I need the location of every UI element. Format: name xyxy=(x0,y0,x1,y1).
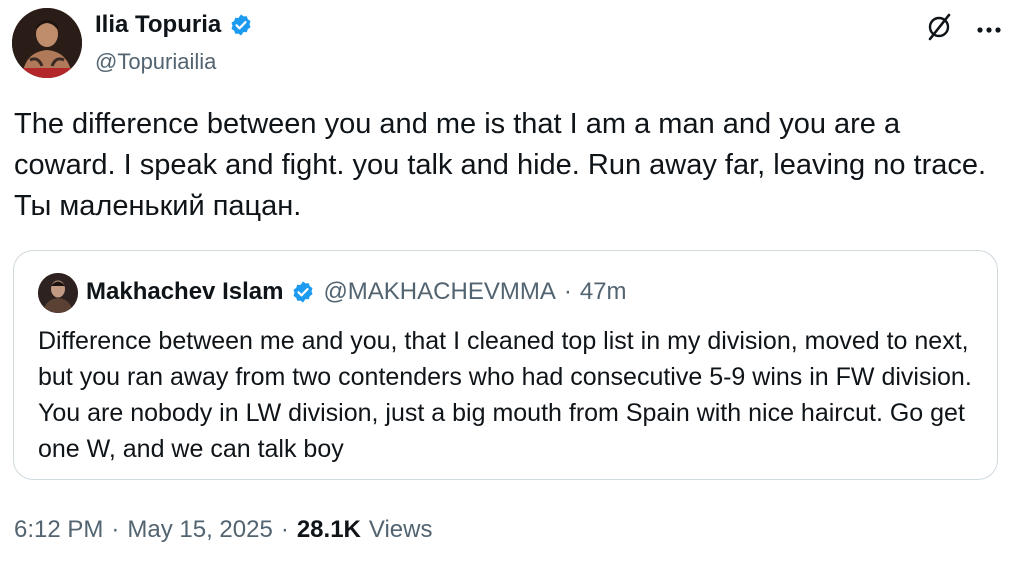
tweet-date[interactable]: May 15, 2025 xyxy=(127,514,272,546)
views-count[interactable]: 28.1K xyxy=(297,514,361,546)
tweet-metadata: 6:12 PM · May 15, 2025 · 28.1K Views xyxy=(14,514,432,546)
meta-separator: · xyxy=(280,516,289,543)
quoted-author-avatar[interactable] xyxy=(38,273,78,313)
quoted-tweet-text: Difference between me and you, that I cl… xyxy=(38,327,972,463)
quoted-tweet-card[interactable]: Makhachev Islam @MAKHACHEVMMA · 47m Diff… xyxy=(13,250,998,480)
quoted-header: Makhachev Islam @MAKHACHEVMMA · 47m xyxy=(86,277,627,307)
author-handle[interactable]: @Topuriailia xyxy=(95,47,216,77)
quoted-timestamp[interactable]: 47m xyxy=(580,277,627,307)
grok-icon[interactable] xyxy=(924,12,954,42)
author-display-name[interactable]: Ilia Topuria xyxy=(95,10,221,40)
meta-separator: · xyxy=(111,516,120,543)
tweet-actions-top xyxy=(924,12,1002,42)
quoted-separator: · xyxy=(563,278,572,305)
quoted-handle[interactable]: @MAKHACHEVMMA xyxy=(323,277,555,307)
verified-badge-icon xyxy=(229,13,253,37)
more-options-icon[interactable] xyxy=(976,17,1002,37)
tweet-text: The difference between you and me is tha… xyxy=(14,108,987,222)
author-name-row: Ilia Topuria xyxy=(95,10,253,40)
verified-badge-icon xyxy=(291,280,315,304)
views-label[interactable]: Views xyxy=(369,514,433,546)
avatar-image xyxy=(12,8,82,78)
tweet-time[interactable]: 6:12 PM xyxy=(14,514,103,546)
author-avatar[interactable] xyxy=(12,8,82,78)
quoted-avatar-image xyxy=(38,273,78,313)
quoted-display-name[interactable]: Makhachev Islam xyxy=(86,277,283,307)
